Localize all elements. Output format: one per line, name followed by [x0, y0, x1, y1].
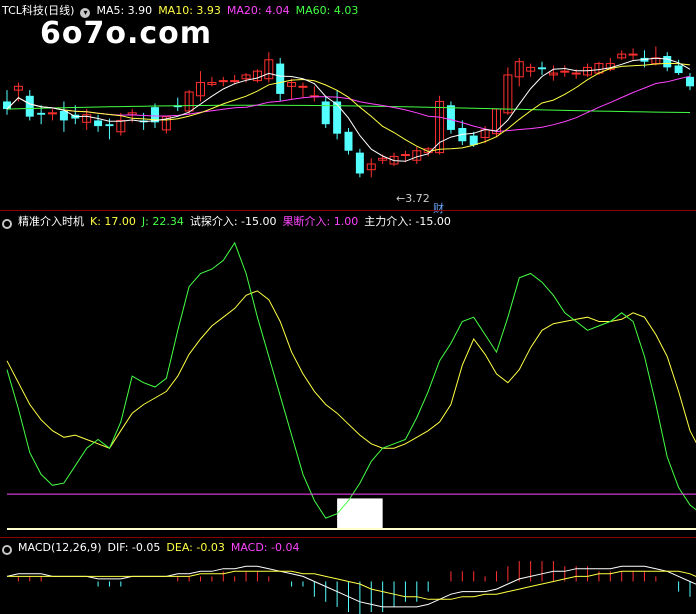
candle-body-up	[571, 72, 581, 75]
candle-body-down	[59, 110, 68, 121]
ma60-line	[6, 104, 691, 113]
candle-body-down	[105, 124, 114, 127]
candle-body-up	[218, 80, 228, 83]
candle-body-down	[663, 56, 672, 68]
candle-body-down	[446, 105, 455, 130]
macd-panel[interactable]: ● MACD(12,26,9) DIF: -0.05 DEA: -0.03 MACD: …	[0, 538, 696, 614]
candle-body-down	[686, 76, 694, 87]
candlestick-panel[interactable]: TCL科技(日线) ▾ MA5: 3.90 MA10: 3.93 MA20: 4.04 M…	[0, 0, 696, 215]
candle-body-down	[538, 67, 547, 70]
candle-body-up	[560, 70, 570, 73]
candle-body-down	[469, 135, 478, 146]
candle-body-down	[355, 152, 364, 174]
candle-body-down	[333, 101, 342, 134]
kdj-chart[interactable]	[0, 211, 696, 536]
candle-body-down	[94, 120, 103, 127]
low-price-label: ←3.72	[396, 192, 430, 205]
candle-body-down	[3, 101, 11, 110]
candle-body-down	[344, 131, 353, 151]
entry-signal-block	[337, 498, 383, 529]
candle-body-up	[298, 85, 308, 88]
candle-body-down	[276, 63, 285, 94]
candle-body-up	[48, 112, 58, 115]
candlestick-chart[interactable]	[0, 0, 696, 210]
candle-body-down	[321, 101, 330, 125]
macd-dif-line	[6, 565, 696, 608]
kdj-panel[interactable]: ● 精准介入时机 K: 17.00 J: 22.34 试探介入: -15.00 果断介入:…	[0, 211, 696, 536]
candle-body-down	[25, 95, 34, 117]
kdj-line-J	[6, 241, 696, 519]
macd-dea-line	[7, 570, 696, 600]
macd-chart[interactable]	[0, 538, 696, 614]
candle-body-down	[674, 65, 683, 74]
kdj-line-K	[6, 290, 696, 449]
candle-body-up	[230, 80, 240, 83]
candle-body-down	[37, 112, 46, 115]
candle-body-up	[400, 154, 410, 157]
candle-body-up	[628, 53, 638, 56]
